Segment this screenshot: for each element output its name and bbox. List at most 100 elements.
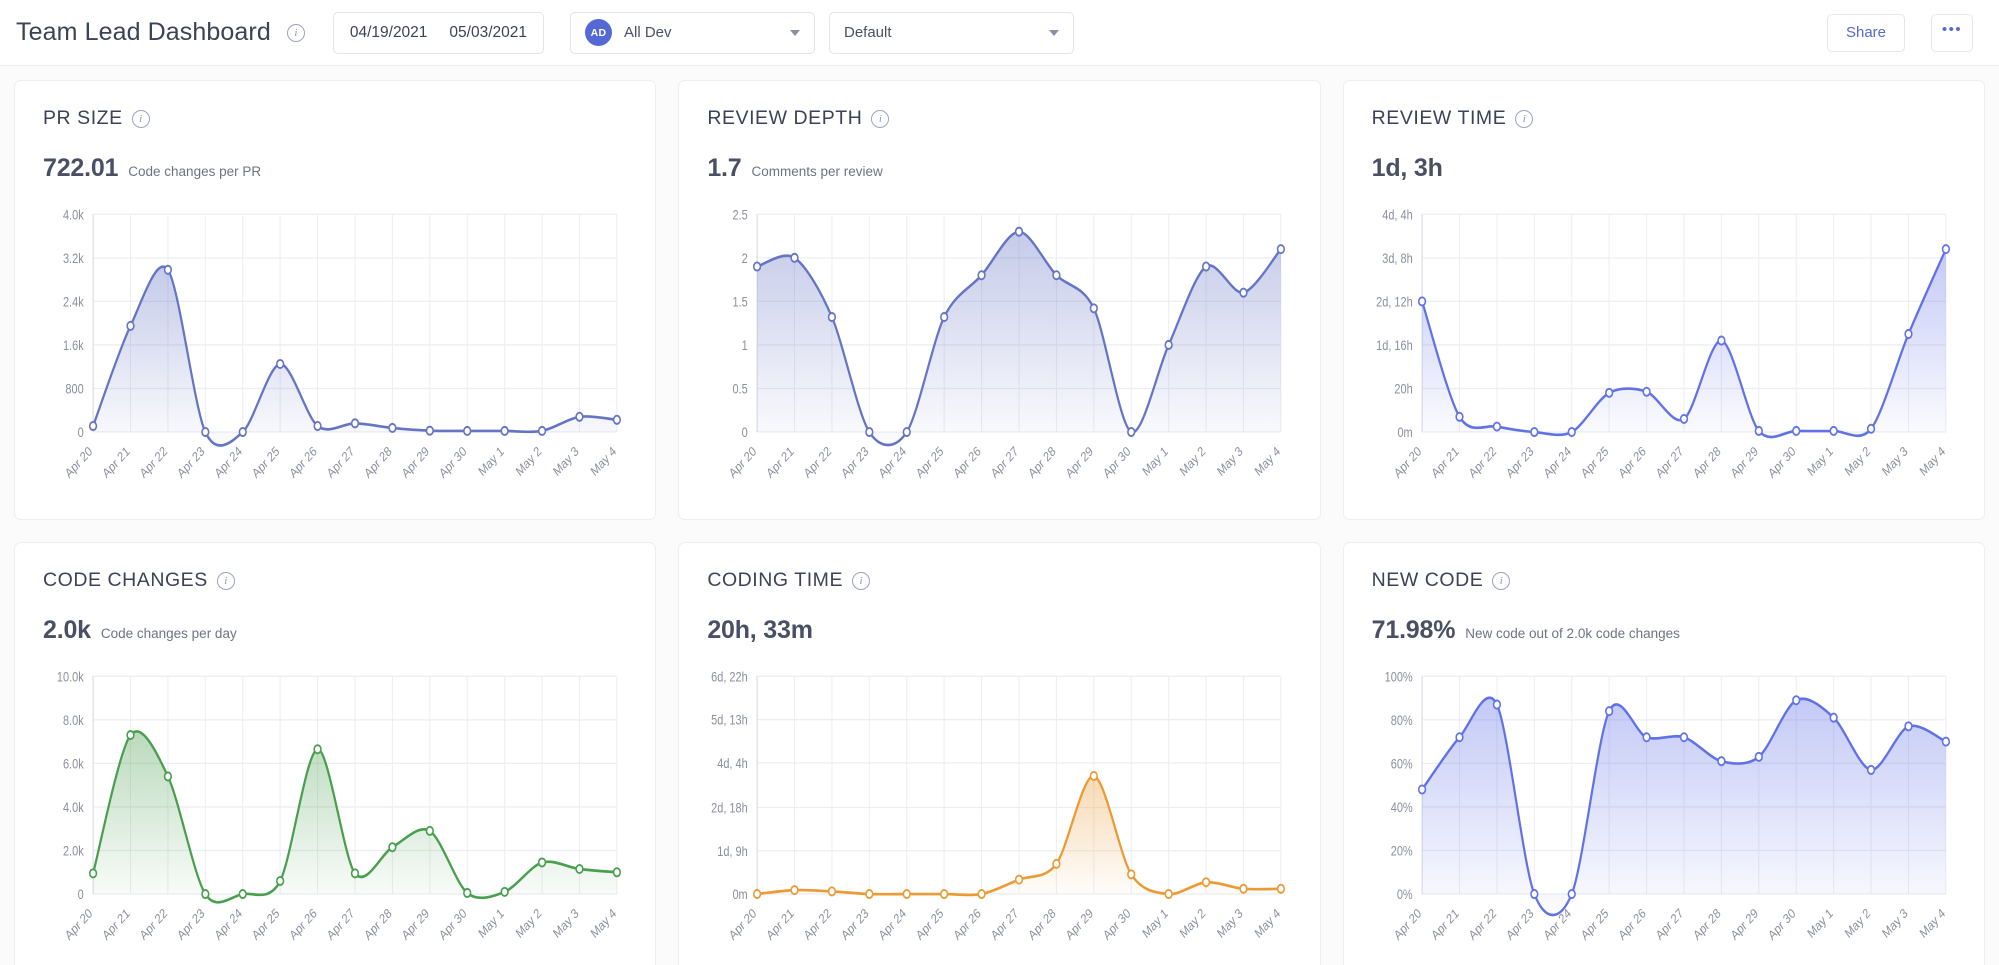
data-point[interactable] [1278, 885, 1285, 893]
data-point[interactable] [904, 428, 911, 436]
data-point[interactable] [791, 254, 798, 262]
info-icon[interactable]: i [871, 110, 889, 128]
data-point[interactable] [754, 890, 761, 898]
date-from-value[interactable]: 04/19/2021 [350, 24, 428, 42]
data-point[interactable] [1493, 423, 1500, 431]
data-point[interactable] [1016, 228, 1023, 236]
data-point[interactable] [1418, 297, 1425, 305]
data-point[interactable] [1680, 415, 1687, 423]
data-point[interactable] [1128, 428, 1135, 436]
chart-new-code[interactable]: 0%20%40%60%80%100%Apr 20Apr 21Apr 22Apr … [1372, 661, 1956, 965]
data-point[interactable] [941, 890, 948, 898]
data-point[interactable] [829, 887, 836, 895]
data-point[interactable] [1755, 427, 1762, 435]
data-point[interactable] [1830, 427, 1837, 435]
chart-review-depth[interactable]: 00.511.522.5Apr 20Apr 21Apr 22Apr 23Apr … [707, 199, 1291, 511]
data-point[interactable] [1942, 245, 1949, 253]
data-point[interactable] [1793, 427, 1800, 435]
data-point[interactable] [754, 262, 761, 270]
data-point[interactable] [1830, 714, 1837, 722]
data-point[interactable] [1166, 341, 1173, 349]
data-point[interactable] [1793, 696, 1800, 704]
data-point[interactable] [202, 428, 209, 436]
data-point[interactable] [941, 313, 948, 321]
date-range-picker[interactable]: 04/19/2021 05/03/2021 [333, 12, 544, 54]
data-point[interactable] [1456, 733, 1463, 741]
chevron-down-icon[interactable] [1049, 30, 1059, 36]
data-point[interactable] [501, 888, 508, 896]
data-point[interactable] [614, 868, 621, 876]
info-icon[interactable]: i [1515, 110, 1533, 128]
data-point[interactable] [1128, 870, 1135, 878]
data-point[interactable] [1905, 330, 1912, 338]
chevron-down-icon[interactable] [790, 30, 800, 36]
data-point[interactable] [1718, 337, 1725, 345]
data-point[interactable] [464, 427, 471, 435]
chart-coding-time[interactable]: 0m1d, 9h2d, 18h4d, 4h5d, 13h6d, 22hApr 2… [707, 661, 1291, 965]
data-point[interactable] [426, 827, 433, 835]
data-point[interactable] [1203, 262, 1210, 270]
data-point[interactable] [1680, 733, 1687, 741]
data-point[interactable] [90, 869, 97, 877]
data-point[interactable] [866, 890, 873, 898]
data-point[interactable] [866, 428, 873, 436]
data-point[interactable] [1942, 738, 1949, 746]
more-options-button[interactable]: ••• [1931, 14, 1973, 52]
data-point[interactable] [1605, 707, 1612, 715]
data-point[interactable] [979, 271, 986, 279]
data-point[interactable] [1867, 766, 1874, 774]
data-point[interactable] [277, 877, 284, 885]
data-point[interactable] [389, 843, 396, 851]
data-point[interactable] [1643, 388, 1650, 396]
data-point[interactable] [352, 869, 359, 877]
share-button[interactable]: Share [1827, 14, 1905, 52]
data-point[interactable] [1240, 885, 1247, 893]
data-point[interactable] [1091, 304, 1098, 312]
chart-code-changes[interactable]: 02.0k4.0k6.0k8.0k10.0kApr 20Apr 21Apr 22… [43, 661, 627, 965]
data-point[interactable] [165, 772, 172, 780]
data-point[interactable] [1568, 428, 1575, 436]
team-filter-select[interactable]: AD All Dev [570, 12, 815, 54]
data-point[interactable] [829, 313, 836, 321]
chart-pr-size[interactable]: 08001.6k2.4k3.2k4.0kApr 20Apr 21Apr 22Ap… [43, 199, 627, 511]
data-point[interactable] [314, 745, 321, 753]
preset-select[interactable]: Default [829, 12, 1074, 54]
data-point[interactable] [1493, 701, 1500, 709]
data-point[interactable] [1531, 428, 1538, 436]
data-point[interactable] [1053, 860, 1060, 868]
data-point[interactable] [1418, 785, 1425, 793]
info-icon[interactable]: i [287, 24, 305, 42]
data-point[interactable] [1755, 753, 1762, 761]
data-point[interactable] [426, 427, 433, 435]
data-point[interactable] [165, 266, 172, 274]
data-point[interactable] [1531, 890, 1538, 898]
data-point[interactable] [1643, 733, 1650, 741]
data-point[interactable] [1568, 890, 1575, 898]
data-point[interactable] [90, 422, 97, 430]
data-point[interactable] [389, 424, 396, 432]
data-point[interactable] [1203, 878, 1210, 886]
data-point[interactable] [1053, 271, 1060, 279]
data-point[interactable] [127, 731, 134, 739]
data-point[interactable] [1016, 876, 1023, 884]
data-point[interactable] [1905, 722, 1912, 730]
info-icon[interactable]: i [1492, 572, 1510, 590]
data-point[interactable] [1718, 757, 1725, 765]
data-point[interactable] [576, 413, 583, 421]
date-to-value[interactable]: 05/03/2021 [449, 24, 527, 42]
data-point[interactable] [1278, 245, 1285, 253]
data-point[interactable] [314, 422, 321, 430]
data-point[interactable] [277, 360, 284, 368]
data-point[interactable] [539, 858, 546, 866]
data-point[interactable] [352, 419, 359, 427]
data-point[interactable] [501, 427, 508, 435]
info-icon[interactable]: i [852, 572, 870, 590]
data-point[interactable] [1605, 389, 1612, 397]
data-point[interactable] [904, 890, 911, 898]
data-point[interactable] [127, 322, 134, 330]
data-point[interactable] [576, 865, 583, 873]
data-point[interactable] [1867, 425, 1874, 433]
data-point[interactable] [202, 890, 209, 898]
data-point[interactable] [614, 416, 621, 424]
data-point[interactable] [1091, 772, 1098, 780]
